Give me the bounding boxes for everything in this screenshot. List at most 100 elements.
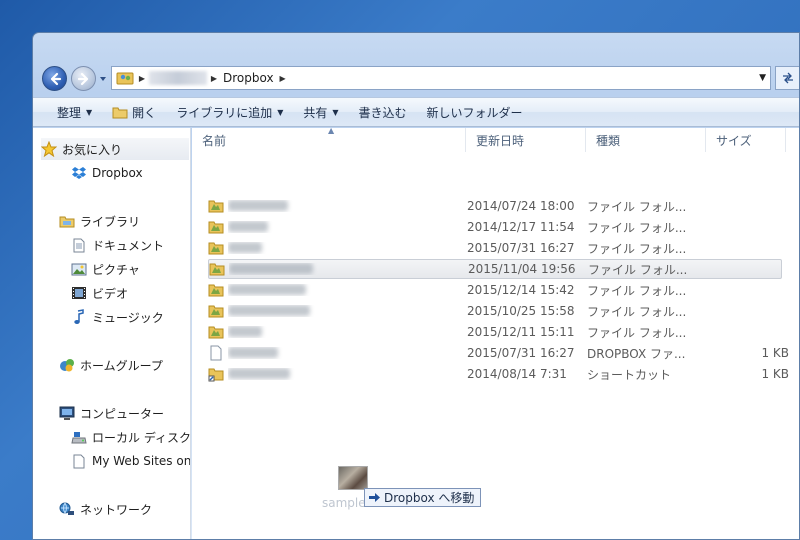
drag-move-tooltip: Dropbox へ移動 xyxy=(364,488,482,507)
music-note-icon xyxy=(71,309,87,325)
nav-local-disk[interactable]: ローカル ディスク xyxy=(71,426,190,448)
file-name-redacted xyxy=(228,200,468,212)
nav-homegroup[interactable]: ホームグループ xyxy=(59,354,163,376)
table-row[interactable]: 2014/08/14 7:31 ショートカット 1 KB xyxy=(208,364,799,384)
share-label: 共有 xyxy=(303,105,328,120)
file-type: ショートカット xyxy=(587,367,672,382)
burn-label: 書き込む xyxy=(358,105,407,120)
nav-network[interactable]: ネットワーク xyxy=(59,498,152,520)
breadcrumb-dropbox[interactable]: Dropbox xyxy=(221,71,276,85)
forward-button[interactable] xyxy=(71,66,96,91)
table-row[interactable]: 2014/12/17 11:54 ファイル フォル... xyxy=(208,217,799,237)
breadcrumb-separator[interactable]: ▶ xyxy=(207,74,221,83)
folder-icon xyxy=(208,282,224,298)
nav-documents[interactable]: ドキュメント xyxy=(71,234,164,256)
file-date: 2015/10/25 15:58 xyxy=(467,304,575,318)
open-button[interactable]: 開く xyxy=(102,98,166,126)
file-type: ファイル フォル... xyxy=(587,199,687,214)
folder-icon xyxy=(208,198,224,214)
homegroup-icon xyxy=(59,357,75,373)
network-icon xyxy=(59,501,75,517)
breadcrumb-user-redacted[interactable] xyxy=(149,71,207,85)
new-folder-label: 新しいフォルダー xyxy=(426,105,523,120)
file-date: 2014/08/14 7:31 xyxy=(467,367,567,381)
file-list: 名前 ▲ 更新日時 種類 サイズ 2014/07/24 18:00 ファイル フォ… xyxy=(192,126,799,539)
file-date: 2015/12/11 15:11 xyxy=(467,325,575,339)
breadcrumb-separator[interactable]: ▶ xyxy=(276,74,290,83)
column-header-date[interactable]: 更新日時 xyxy=(466,128,586,152)
table-row[interactable]: 2014/07/24 18:00 ファイル フォル... xyxy=(208,196,799,216)
nav-pictures[interactable]: ピクチャ xyxy=(71,258,140,280)
nav-my-web-sites[interactable]: My Web Sites on xyxy=(71,450,191,472)
file-type: DROPBOX ファ... xyxy=(587,346,686,361)
table-row[interactable]: 2015/12/14 15:42 ファイル フォル... xyxy=(208,280,799,300)
shortcut-icon xyxy=(208,366,224,382)
navigation-pane: お気に入り Dropbox ライブラリ ドキュメント ピクチャ ビデオ ミュージ… xyxy=(33,128,191,539)
burn-button[interactable]: 書き込む xyxy=(349,98,417,126)
star-icon xyxy=(41,141,57,157)
folder-icon xyxy=(208,219,224,235)
address-bar[interactable]: ▶ ▶ Dropbox ▶ ▼ xyxy=(111,66,771,90)
hard-drive-icon xyxy=(71,429,87,445)
drag-thumbnail xyxy=(338,466,368,490)
file-type: ファイル フォル... xyxy=(587,220,687,235)
column-date-label: 更新日時 xyxy=(476,133,525,148)
chevron-down-icon: ▼ xyxy=(332,107,339,117)
nav-music[interactable]: ミュージック xyxy=(71,306,164,328)
file-name-redacted xyxy=(228,221,468,233)
recent-pages-dropdown-icon[interactable] xyxy=(99,75,107,83)
table-row[interactable]: 2015/07/31 16:27 ファイル フォル... xyxy=(208,238,799,258)
file-date: 2014/07/24 18:00 xyxy=(467,199,575,213)
nav-favorites[interactable]: お気に入り xyxy=(41,138,189,160)
drag-item-name: sample xyxy=(322,496,366,510)
file-name-redacted xyxy=(228,242,468,254)
share-button[interactable]: 共有 ▼ xyxy=(293,98,348,126)
table-row[interactable]: 2015/11/04 19:56 ファイル フォル... xyxy=(208,259,782,279)
column-header-size[interactable]: サイズ xyxy=(706,128,786,152)
file-size: 1 KB xyxy=(761,367,789,381)
file-type: ファイル フォル... xyxy=(587,283,687,298)
video-icon xyxy=(71,285,87,301)
open-label: 開く xyxy=(132,105,157,120)
file-name-redacted xyxy=(228,284,468,296)
file-name-redacted xyxy=(228,326,468,338)
file-date: 2015/07/31 16:27 xyxy=(467,346,575,360)
dropbox-icon xyxy=(71,165,87,181)
nav-videos-label: ビデオ xyxy=(92,286,129,301)
file-name-redacted xyxy=(228,347,468,359)
table-row[interactable]: 2015/07/31 16:27 DROPBOX ファ... 1 KB xyxy=(208,343,799,363)
column-header-type[interactable]: 種類 xyxy=(586,128,706,152)
chevron-down-icon: ▼ xyxy=(277,107,284,117)
back-button[interactable] xyxy=(42,66,67,91)
nav-videos[interactable]: ビデオ xyxy=(71,282,128,304)
computer-icon xyxy=(59,405,75,421)
folder-icon xyxy=(208,324,224,340)
nav-dropbox[interactable]: Dropbox xyxy=(71,162,143,184)
file-size: 1 KB xyxy=(761,346,789,360)
nav-libraries[interactable]: ライブラリ xyxy=(59,210,140,232)
column-size-label: サイズ xyxy=(716,133,752,148)
nav-dropbox-label: Dropbox xyxy=(92,166,143,180)
column-name-label: 名前 xyxy=(202,133,227,148)
arrow-left-icon xyxy=(50,72,61,85)
refresh-button[interactable] xyxy=(775,66,799,90)
nav-favorites-label: お気に入り xyxy=(62,142,123,157)
nav-homegroup-label: ホームグループ xyxy=(80,358,163,373)
column-header-name[interactable]: 名前 ▲ xyxy=(192,126,466,152)
table-row[interactable]: 2015/10/25 15:58 ファイル フォル... xyxy=(208,301,799,321)
address-dropdown-icon[interactable]: ▼ xyxy=(759,73,766,83)
document-icon xyxy=(71,453,87,469)
add-to-library-label: ライブラリに追加 xyxy=(176,105,273,120)
nav-my-web-sites-label: My Web Sites on xyxy=(92,454,191,468)
user-folder-icon xyxy=(116,72,134,85)
address-row: ▶ ▶ Dropbox ▶ ▼ xyxy=(33,61,799,95)
nav-computer[interactable]: コンピューター xyxy=(59,402,164,424)
table-row[interactable]: 2015/12/11 15:11 ファイル フォル... xyxy=(208,322,799,342)
file-date: 2014/12/17 11:54 xyxy=(467,220,575,234)
breadcrumb-separator[interactable]: ▶ xyxy=(135,74,149,83)
file-type: ファイル フォル... xyxy=(587,325,687,340)
new-folder-button[interactable]: 新しいフォルダー xyxy=(417,98,533,126)
organize-label: 整理 xyxy=(57,105,82,120)
add-to-library-button[interactable]: ライブラリに追加 ▼ xyxy=(166,98,293,126)
organize-button[interactable]: 整理 ▼ xyxy=(47,98,102,126)
